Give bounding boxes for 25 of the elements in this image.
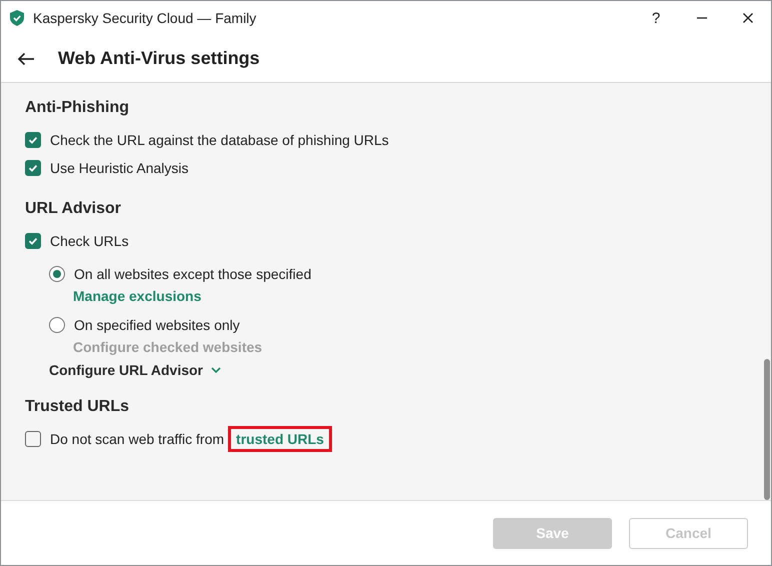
radio-label[interactable]: On specified websites only — [74, 317, 240, 333]
checkbox[interactable] — [25, 132, 41, 148]
checkbox[interactable] — [25, 233, 41, 249]
checkbox-label[interactable]: Use Heuristic Analysis — [50, 160, 188, 176]
checkbox[interactable] — [25, 160, 41, 176]
help-button[interactable]: ? — [633, 10, 679, 26]
trusted-urls-link[interactable]: trusted URLs — [228, 426, 332, 452]
page-title: Web Anti-Virus settings — [58, 48, 260, 69]
close-icon[interactable] — [742, 12, 754, 24]
settings-link[interactable]: Manage exclusions — [73, 288, 202, 306]
radio-label[interactable]: On all websites except those specified — [74, 266, 312, 282]
section-heading: Anti-Phishing — [25, 99, 130, 118]
radio-button[interactable] — [49, 317, 65, 333]
expander-button[interactable]: Configure URL Advisor — [49, 360, 222, 380]
section-heading: Trusted URLs — [25, 398, 130, 417]
scrollbar-thumb[interactable] — [764, 359, 770, 500]
window-title: Kaspersky Security Cloud — Family — [33, 10, 256, 26]
radio-button[interactable] — [49, 266, 65, 282]
checkbox[interactable] — [25, 431, 41, 447]
back-arrow-icon[interactable] — [17, 52, 35, 66]
checkbox-label[interactable]: Do not scan web traffic from — [50, 431, 224, 447]
shield-icon — [10, 10, 24, 26]
checkbox-label[interactable]: Check URLs — [50, 233, 129, 249]
checkbox-label[interactable]: Check the URL against the database of phishing URLs — [50, 132, 389, 148]
section-heading: URL Advisor — [25, 200, 122, 219]
